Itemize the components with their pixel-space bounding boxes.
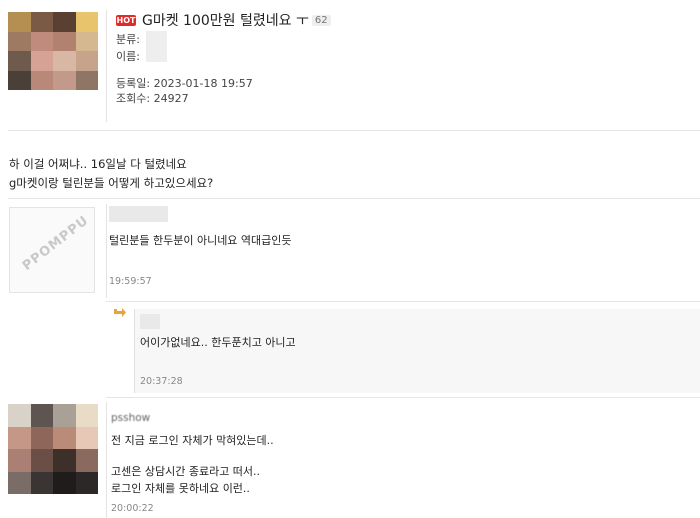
reply-comment-time: 20:37:28: [140, 376, 183, 387]
comment-time: 20:00:22: [111, 503, 154, 514]
views-row: 조회수: 24927: [116, 90, 189, 106]
category-label: 분류:: [116, 33, 140, 46]
reply-commenter-name-blurred[interactable]: [140, 314, 160, 329]
commenter-name-blurred[interactable]: [109, 206, 168, 222]
divider: [106, 402, 107, 518]
comment-divider: [106, 301, 700, 302]
comment-avatar-default: PPOMPPU: [9, 207, 95, 293]
reply-comment-box: [134, 309, 700, 393]
comment-text: 털린분들 한두분이 아니네요 역대급인듯: [109, 234, 292, 247]
body-divider: [8, 198, 700, 199]
avatar-logo-text: PPOMPPU: [19, 213, 92, 274]
post-body-line-2: g마켓이랑 털린분들 어떻게 하고있으세요?: [9, 176, 214, 190]
name-label: 이름:: [116, 50, 140, 63]
post-thumbnail[interactable]: [8, 12, 98, 90]
views-label: 조회수:: [116, 92, 151, 105]
comment-avatar: [8, 404, 98, 494]
divider: [106, 10, 107, 122]
comment-divider: [106, 397, 700, 398]
commenter-username[interactable]: psshow: [111, 412, 150, 424]
comment-time: 19:59:57: [109, 276, 152, 287]
post-title-text[interactable]: G마켓 100만원 털렸네요 ㅜ: [142, 13, 309, 29]
post-title[interactable]: G마켓 100만원 털렸네요 ㅜ 62: [142, 10, 331, 30]
comment-line-3: 로그인 자체를 못하네요 이런..: [111, 482, 250, 495]
reply-comment-text: 어이가없네요.. 한두푼치고 아니고: [140, 336, 296, 349]
date-label: 등록일:: [116, 77, 151, 90]
comment-line-2: 고센은 상담시간 종료라고 떠서..: [111, 465, 261, 478]
author-name-blurred[interactable]: [146, 45, 167, 62]
hot-badge: HOT: [116, 15, 136, 26]
divider: [106, 204, 107, 298]
comment-count-badge: 62: [311, 15, 331, 26]
date-value: 2023-01-18 19:57: [153, 77, 253, 90]
views-value: 24927: [153, 92, 189, 105]
reply-arrow-icon: [114, 308, 126, 317]
category-value-blurred: [146, 31, 167, 45]
comment-line-1: 전 지금 로그인 자체가 막혀있는데..: [111, 434, 274, 447]
date-row: 등록일: 2023-01-18 19:57: [116, 75, 253, 91]
header-divider: [8, 130, 700, 131]
post-body-line-1: 하 이걸 어쩌냐.. 16일날 다 털렸네요: [9, 157, 187, 171]
